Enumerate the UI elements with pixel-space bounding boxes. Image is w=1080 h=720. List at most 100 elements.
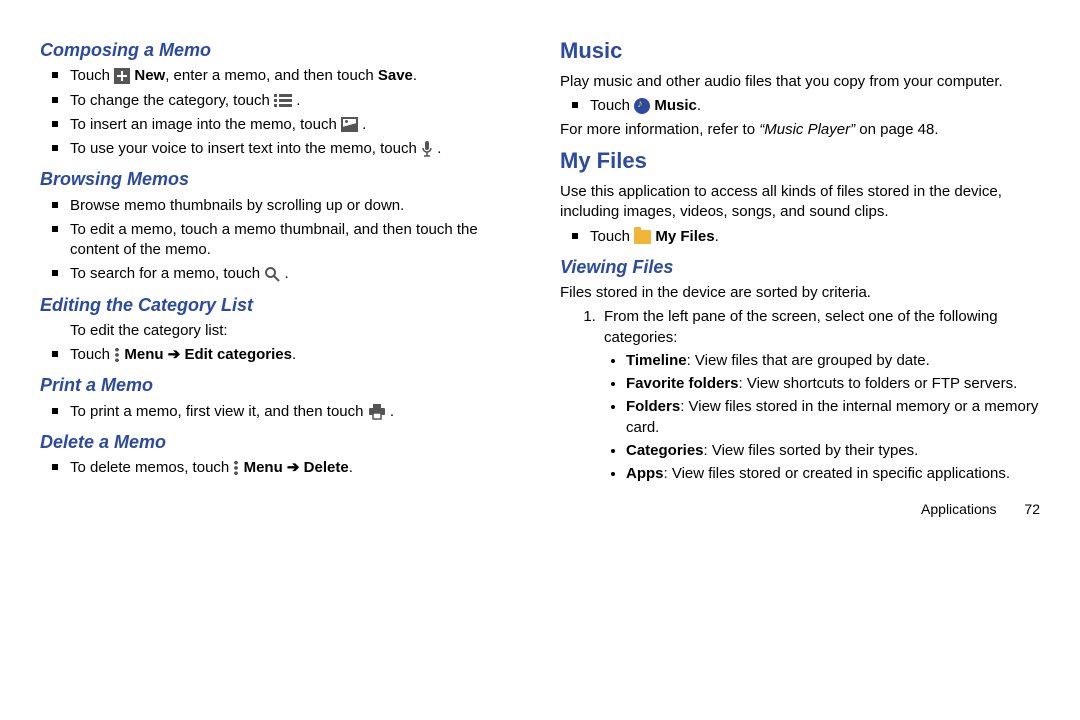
text-bold: My Files [655, 228, 714, 245]
heading-my-files: My Files [560, 146, 1040, 176]
text: To delete memos, touch [70, 459, 233, 476]
text: : View files stored or created in specif… [664, 465, 1011, 482]
microphone-icon [421, 140, 433, 158]
text-bold: Favorite folders [626, 375, 739, 392]
text: . [362, 116, 366, 133]
text: . [296, 92, 300, 109]
paragraph: Play music and other audio files that yo… [560, 72, 1040, 92]
list-item: Touch New, enter a memo, and then touch … [70, 66, 520, 86]
list-browsing: Browse memo thumbnails by scrolling up o… [40, 196, 520, 285]
text-bold: Menu [244, 459, 283, 476]
list-music: Touch Music. [560, 96, 1040, 116]
category-list-icon [274, 94, 292, 108]
text-bold: Edit categories [184, 346, 292, 363]
text-bold: Folders [626, 398, 680, 415]
text: Touch [590, 97, 634, 114]
text: To print a memo, first view it, and then… [70, 403, 368, 420]
text: . [413, 67, 417, 84]
text: Touch [70, 67, 114, 84]
list-item: Apps: View files stored or created in sp… [626, 464, 1040, 484]
text-italic: “Music Player” [759, 121, 855, 138]
text: To insert an image into the memo, touch [70, 116, 341, 133]
text-bold: Categories [626, 442, 704, 459]
text: . [292, 346, 296, 363]
heading-viewing-files: Viewing Files [560, 255, 1040, 279]
right-column: Music Play music and other audio files t… [560, 30, 1040, 519]
arrow-icon: ➔ [164, 346, 185, 363]
text: : View shortcuts to folders or FTP serve… [739, 375, 1018, 392]
list-item: Touch Menu ➔ Edit categories. [70, 345, 520, 365]
list-item: Folders: View files stored in the intern… [626, 397, 1040, 438]
text: For more information, refer to [560, 121, 759, 138]
text-bold: New [134, 67, 165, 84]
text-bold: Delete [304, 459, 349, 476]
list-item: Favorite folders: View shortcuts to fold… [626, 374, 1040, 394]
heading-browsing-memos: Browsing Memos [40, 167, 520, 191]
search-icon [264, 266, 280, 282]
text: . [284, 265, 288, 282]
list-item: Timeline: View files that are grouped by… [626, 351, 1040, 371]
menu-dots-icon [114, 347, 120, 363]
text: To search for a memo, touch [70, 265, 264, 282]
text: Touch [590, 228, 634, 245]
text-bold: Apps [626, 465, 664, 482]
category-list: Timeline: View files that are grouped by… [604, 351, 1040, 485]
page-columns: Composing a Memo Touch New, enter a memo… [40, 30, 1040, 519]
list-item: Touch My Files. [590, 227, 1040, 247]
page-footer: Applications 72 [560, 500, 1040, 519]
paragraph: For more information, refer to “Music Pl… [560, 120, 1040, 140]
text: . [697, 97, 701, 114]
list-myfiles: Touch My Files. [560, 227, 1040, 247]
heading-music: Music [560, 36, 1040, 66]
text: From the left pane of the screen, select… [604, 308, 998, 345]
list-item: From the left pane of the screen, select… [600, 307, 1040, 484]
list-item: Touch Music. [590, 96, 1040, 116]
list-item: To print a memo, first view it, and then… [70, 402, 520, 422]
list-delete: To delete memos, touch Menu ➔ Delete. [40, 458, 520, 478]
text: Touch [70, 346, 114, 363]
printer-icon [368, 404, 386, 420]
list-item: To delete memos, touch Menu ➔ Delete. [70, 458, 520, 478]
menu-dots-icon [233, 460, 239, 476]
list-item: Browse memo thumbnails by scrolling up o… [70, 196, 520, 216]
paragraph: Files stored in the device are sorted by… [560, 283, 1040, 303]
image-icon [341, 117, 358, 132]
list-item: To insert an image into the memo, touch … [70, 115, 520, 135]
list-item: Categories: View files sorted by their t… [626, 441, 1040, 461]
heading-editing-category-list: Editing the Category List [40, 293, 520, 317]
footer-section: Applications [921, 501, 997, 517]
paragraph: Use this application to access all kinds… [560, 182, 1040, 223]
text: . [715, 228, 719, 245]
intro-text: To edit the category list: [40, 321, 520, 341]
list-item: To edit a memo, touch a memo thumbnail, … [70, 220, 520, 261]
text: . [437, 140, 441, 157]
folder-icon [634, 230, 651, 244]
list-composing: Touch New, enter a memo, and then touch … [40, 66, 520, 159]
list-print: To print a memo, first view it, and then… [40, 402, 520, 422]
text: : View files that are grouped by date. [687, 352, 930, 369]
music-app-icon [634, 98, 650, 114]
text: To use your voice to insert text into th… [70, 140, 421, 157]
text: : View files sorted by their types. [704, 442, 919, 459]
text-bold: Save [378, 67, 413, 84]
list-item: To search for a memo, touch . [70, 264, 520, 284]
heading-delete-memo: Delete a Memo [40, 430, 520, 454]
list-item: To use your voice to insert text into th… [70, 139, 520, 159]
ordered-list-viewing: From the left pane of the screen, select… [560, 307, 1040, 484]
text: To change the category, touch [70, 92, 274, 109]
text: . [390, 403, 394, 420]
text: on page 48. [855, 121, 938, 138]
text: : View files stored in the internal memo… [626, 398, 1038, 435]
arrow-icon: ➔ [283, 459, 304, 476]
text-bold: Music [654, 97, 697, 114]
heading-print-memo: Print a Memo [40, 373, 520, 397]
text: . [349, 459, 353, 476]
footer-page-number: 72 [1024, 501, 1040, 517]
text-bold: Timeline [626, 352, 687, 369]
text-bold: Menu [124, 346, 163, 363]
heading-composing-memo: Composing a Memo [40, 38, 520, 62]
list-item: To change the category, touch . [70, 91, 520, 111]
plus-icon [114, 68, 130, 84]
text: , enter a memo, and then touch [165, 67, 378, 84]
left-column: Composing a Memo Touch New, enter a memo… [40, 30, 520, 519]
